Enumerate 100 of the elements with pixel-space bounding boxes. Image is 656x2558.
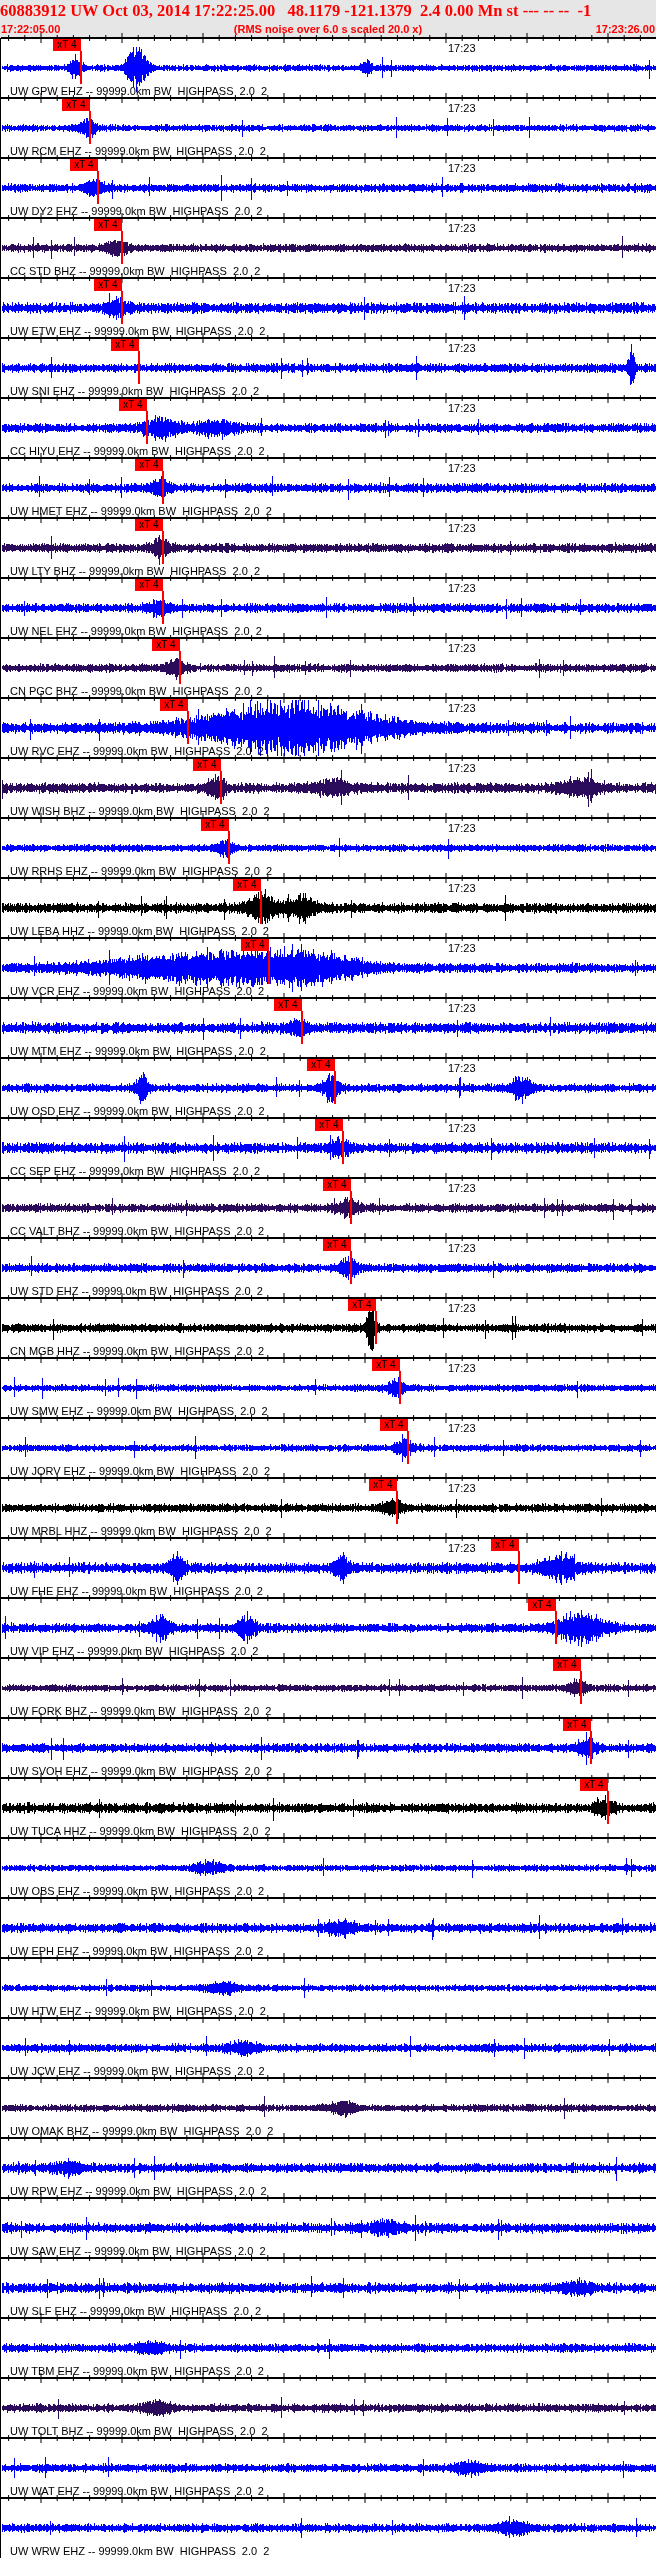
time-label: 17:23 (448, 223, 476, 234)
time-label: 17:23 (448, 1123, 476, 1134)
pick-label: xT 4 (193, 759, 221, 771)
pick-label: xT 4 (563, 1719, 591, 1731)
pick-label: xT 4 (274, 999, 302, 1011)
time-label: 17:23 (448, 703, 476, 714)
pick-label: xT 4 (119, 399, 147, 411)
channel-label: UW WISH BHZ -- 99999.0km BW HIGHPASS 2.0 2 (10, 806, 270, 817)
channel-label: UW WAT EHZ -- 99999.0km BW HIGHPASS 2.0 2 (10, 2486, 264, 2497)
time-label: 17:23 (448, 643, 476, 654)
channel-label: CN MGB HHZ -- 99999.0km BW HIGHPASS 2.0 2 (10, 1346, 265, 1357)
time-label: 17:23 (448, 163, 476, 174)
channel-label: UW FORK BHZ -- 99999.0km BW HIGHPASS 2.0 2 (10, 1706, 272, 1717)
channel-label: UW FHE EHZ -- 99999.0km BW HIGHPASS 2.0 2 (10, 1586, 263, 1597)
pick-label: xT 4 (62, 99, 90, 111)
channel-label: UW OSD EHZ -- 99999.0km BW HIGHPASS 2.0 2 (10, 1106, 265, 1117)
channel-label: UW DY2 EHZ -- 99999.0km BW HIGHPASS 2.0 2 (10, 206, 263, 217)
channel-label: UW SLF EHZ -- 99999.0km BW HIGHPASS 2.0 2 (10, 2306, 262, 2317)
channel-label: CC VALT BHZ -- 99999.0km BW HIGHPASS 2.0 2 (10, 1226, 265, 1237)
pick-label: xT 4 (70, 159, 98, 171)
channel-label: UW RCM EHZ -- 99999.0km BW HIGHPASS 2.0 2 (10, 146, 266, 157)
pick-label: xT 4 (369, 1479, 397, 1491)
pick-label: xT 4 (307, 1059, 335, 1071)
channel-label: UW EPH EHZ -- 99999.0km BW HIGHPASS 2.0 2 (10, 1946, 264, 1957)
channel-label: CC HIYU EHZ -- 99999.0km BW HIGHPASS 2.0 2 (10, 446, 265, 457)
time-label: 17:23 (448, 1063, 476, 1074)
channel-label: UW RPW EHZ -- 99999.0km BW HIGHPASS 2.0 2 (10, 2186, 267, 2197)
pick-label: xT 4 (323, 1239, 351, 1251)
time-label: 17:23 (448, 763, 476, 774)
channel-label: UW LEBA HHZ -- 99999.0km BW HIGHPASS 2.0 2 (10, 926, 269, 937)
pick-label: xT 4 (160, 699, 188, 711)
channel-label: UW MTM EHZ -- 99999.0km BW HIGHPASS 2.0 2 (10, 1046, 266, 1057)
channel-label: UW LTY BHZ -- 99999.0km BW HIGHPASS 2.0 2 (10, 566, 260, 577)
channel-label: UW TOLT BHZ -- 99999.0km BW HIGHPASS 2.0 2 (10, 2426, 268, 2437)
pick-label: xT 4 (315, 1119, 343, 1131)
channel-label: CN PGC BHZ -- 99999.0km BW HIGHPASS 2.0 2 (10, 686, 263, 697)
time-label: 17:23 (448, 1483, 476, 1494)
channel-label: UW TUCA HHZ -- 99999.0km BW HIGHPASS 2.0 2 (10, 1826, 271, 1837)
pick-label: xT 4 (152, 639, 180, 651)
channel-label: UW SAW EHZ -- 99999.0km BW HIGHPASS 2.0 2 (10, 2246, 266, 2257)
time-label: 17:23 (448, 883, 476, 894)
time-label: 17:23 (448, 103, 476, 114)
pick-label: xT 4 (241, 939, 269, 951)
channel-label: UW HMET EHZ -- 99999.0km BW HIGHPASS 2.0 2 (10, 506, 272, 517)
pick-label: xT 4 (580, 1779, 608, 1791)
pick-label: xT 4 (323, 1179, 351, 1191)
time-label: 17:23 (448, 463, 476, 474)
pick-label: xT 4 (94, 219, 122, 231)
channel-label: UW HTW EHZ -- 99999.0km BW HIGHPASS 2.0 2 (10, 2006, 266, 2017)
pick-label: xT 4 (53, 39, 81, 51)
pick-label: xT 4 (233, 879, 261, 891)
pick-label: xT 4 (372, 1359, 400, 1371)
pick-label: xT 4 (380, 1419, 408, 1431)
pick-label: xT 4 (348, 1299, 376, 1311)
channel-label: UW TBM EHZ -- 99999.0km BW HIGHPASS 2.0 2 (10, 2366, 264, 2377)
channel-label: UW JORV EHZ -- 99999.0km BW HIGHPASS 2.0 2 (10, 1466, 270, 1477)
pick-label: xT 4 (201, 819, 229, 831)
channel-label: UW GPW EHZ -- 99999.0km BW HIGHPASS 2.0 2 (10, 86, 268, 97)
channel-label: UW OBS EHZ -- 99999.0km BW HIGHPASS 2.0 2 (10, 1886, 265, 1897)
channel-label: UW VCR EHZ -- 99999.0km BW HIGHPASS 2.0 2 (10, 986, 265, 997)
end-time: 17:23:26.00 (595, 22, 655, 36)
channel-label: CC SEP EHZ -- 99999.0km BW HIGHPASS 2.0 2 (10, 1166, 261, 1177)
channel-label: UW SNI EHZ -- 99999.0km BW HIGHPASS 2.0 2 (10, 386, 260, 397)
time-label: 17:23 (448, 943, 476, 954)
time-label: 17:23 (448, 1423, 476, 1434)
pick-label: xT 4 (135, 459, 163, 471)
time-label: 17:23 (448, 343, 476, 354)
pick-label: xT 4 (111, 339, 139, 351)
time-label: 17:23 (448, 1543, 476, 1554)
time-label: 17:23 (448, 403, 476, 414)
channel-label: UW JCW EHZ -- 99999.0km BW HIGHPASS 2.0 2 (10, 2066, 265, 2077)
channel-label: UW NEL EHZ -- 99999.0km BW HIGHPASS 2.0 2 (10, 626, 262, 637)
time-label: 17:23 (448, 43, 476, 54)
time-label: 17:23 (448, 523, 476, 534)
time-label: 17:23 (448, 283, 476, 294)
noise-note: (RMS noise over 6.0 s scaled 20.0 x) (233, 22, 423, 36)
pick-label: xT 4 (528, 1599, 556, 1611)
channel-label: UW STD EHZ -- 99999.0km BW HIGHPASS 2.0 2 (10, 1286, 263, 1297)
time-label: 17:23 (448, 1363, 476, 1374)
channel-label: UW SVOH EHZ -- 99999.0km BW HIGHPASS 2.0 2 (10, 1766, 273, 1777)
channel-label: UW ETW EHZ -- 99999.0km BW HIGHPASS 2.0 2 (10, 326, 266, 337)
start-time: 17:22:05.00 (1, 22, 61, 36)
time-label: 17:23 (448, 823, 476, 834)
channel-label: UW WRW EHZ -- 99999.0km BW HIGHPASS 2.0 2 (10, 2546, 270, 2557)
pick-label: xT 4 (135, 519, 163, 531)
pick-label: xT 4 (135, 579, 163, 591)
time-label: 17:23 (448, 1243, 476, 1254)
time-label: 17:23 (448, 1183, 476, 1194)
pick-label: xT 4 (491, 1539, 519, 1551)
time-label: 17:23 (448, 583, 476, 594)
channel-label: UW MRBL HHZ -- 99999.0km BW HIGHPASS 2.0 2 (10, 1526, 272, 1537)
channel-label: UW VIP EHZ -- 99999.0km BW HIGHPASS 2.0 2 (10, 1646, 259, 1657)
channel-label: UW SMW EHZ -- 99999.0km BW HIGHPASS 2.0 2 (10, 1406, 268, 1417)
time-label: 17:23 (448, 1303, 476, 1314)
channel-label: UW RRHS EHZ -- 99999.0km BW HIGHPASS 2.0 2 (10, 866, 273, 877)
event-title: 60883912 UW Oct 03, 2014 17:22:25.00 48.1179 -121.1379 2.4 0.00 Mn st --- -- -- -1 (0, 0, 593, 22)
channel-label: UW OMAK BHZ -- 99999.0km BW HIGHPASS 2.0 2 (10, 2126, 274, 2137)
channel-label: CC STD BHZ -- 99999.0km BW HIGHPASS 2.0 2 (10, 266, 261, 277)
time-label: 17:23 (448, 1003, 476, 1014)
pick-label: xT 4 (94, 279, 122, 291)
